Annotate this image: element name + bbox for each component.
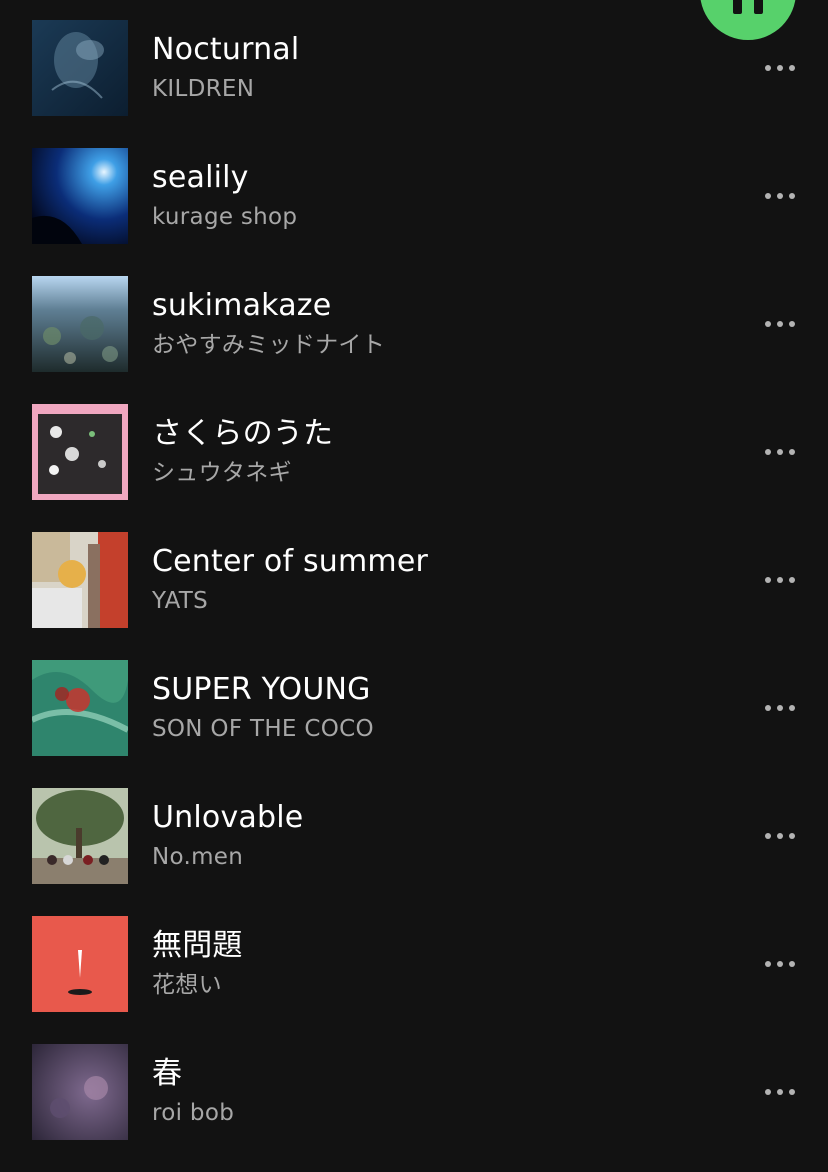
track-row[interactable]: SUPER YOUNG SON OF THE COCO	[0, 660, 828, 788]
track-row[interactable]: Nocturnal KILDREN	[0, 20, 828, 148]
track-row[interactable]: 無問題 花想い	[0, 916, 828, 1044]
track-title: さくらのうた	[152, 416, 334, 451]
track-artist: SON OF THE COCO	[152, 716, 374, 742]
more-options-icon	[765, 449, 771, 455]
album-cover	[32, 404, 128, 500]
track-title: sukimakaze	[152, 288, 332, 323]
track-artist: KILDREN	[152, 76, 255, 102]
album-cover	[32, 148, 128, 244]
album-cover	[32, 20, 128, 116]
track-title: 無問題	[152, 928, 243, 963]
more-options-button[interactable]	[752, 814, 808, 858]
track-row[interactable]: さくらのうた シュウタネギ	[0, 404, 828, 532]
more-options-icon	[765, 321, 771, 327]
track-title: 春	[152, 1056, 183, 1091]
track-row[interactable]: sukimakaze おやすみミッドナイト	[0, 276, 828, 404]
album-cover	[32, 1044, 128, 1140]
album-cover	[32, 788, 128, 884]
album-cover	[32, 660, 128, 756]
track-list: Nocturnal KILDREN sealily kurage shop su…	[0, 20, 828, 1172]
more-options-icon	[765, 1089, 771, 1095]
more-options-button[interactable]	[752, 1070, 808, 1114]
track-artist: YATS	[152, 588, 209, 614]
pause-icon	[733, 0, 742, 14]
more-options-button[interactable]	[752, 46, 808, 90]
more-options-icon	[765, 193, 771, 199]
more-options-button[interactable]	[752, 942, 808, 986]
album-cover	[32, 532, 128, 628]
more-options-button[interactable]	[752, 686, 808, 730]
more-options-icon	[765, 833, 771, 839]
more-options-icon	[765, 65, 771, 71]
album-cover	[32, 916, 128, 1012]
track-artist: 花想い	[152, 972, 222, 998]
track-artist: おやすみミッドナイト	[152, 332, 385, 358]
more-options-icon	[765, 705, 771, 711]
more-options-button[interactable]	[752, 174, 808, 218]
more-options-button[interactable]	[752, 558, 808, 602]
track-title: SUPER YOUNG	[152, 672, 371, 707]
more-options-button[interactable]	[752, 302, 808, 346]
track-title: Nocturnal	[152, 32, 300, 67]
track-artist: No.men	[152, 844, 244, 870]
track-row[interactable]: sealily kurage shop	[0, 148, 828, 276]
album-cover	[32, 276, 128, 372]
track-row[interactable]: Unlovable No.men	[0, 788, 828, 916]
track-artist: kurage shop	[152, 204, 298, 230]
track-row[interactable]: 春 roi bob	[0, 1044, 828, 1172]
track-title: sealily	[152, 160, 249, 195]
track-title: Center of summer	[152, 544, 429, 579]
more-options-icon	[765, 961, 771, 967]
track-title: Unlovable	[152, 800, 304, 835]
more-options-button[interactable]	[752, 430, 808, 474]
track-row[interactable]: Center of summer YATS	[0, 532, 828, 660]
more-options-icon	[765, 577, 771, 583]
track-artist: roi bob	[152, 1100, 235, 1126]
track-artist: シュウタネギ	[152, 460, 292, 486]
